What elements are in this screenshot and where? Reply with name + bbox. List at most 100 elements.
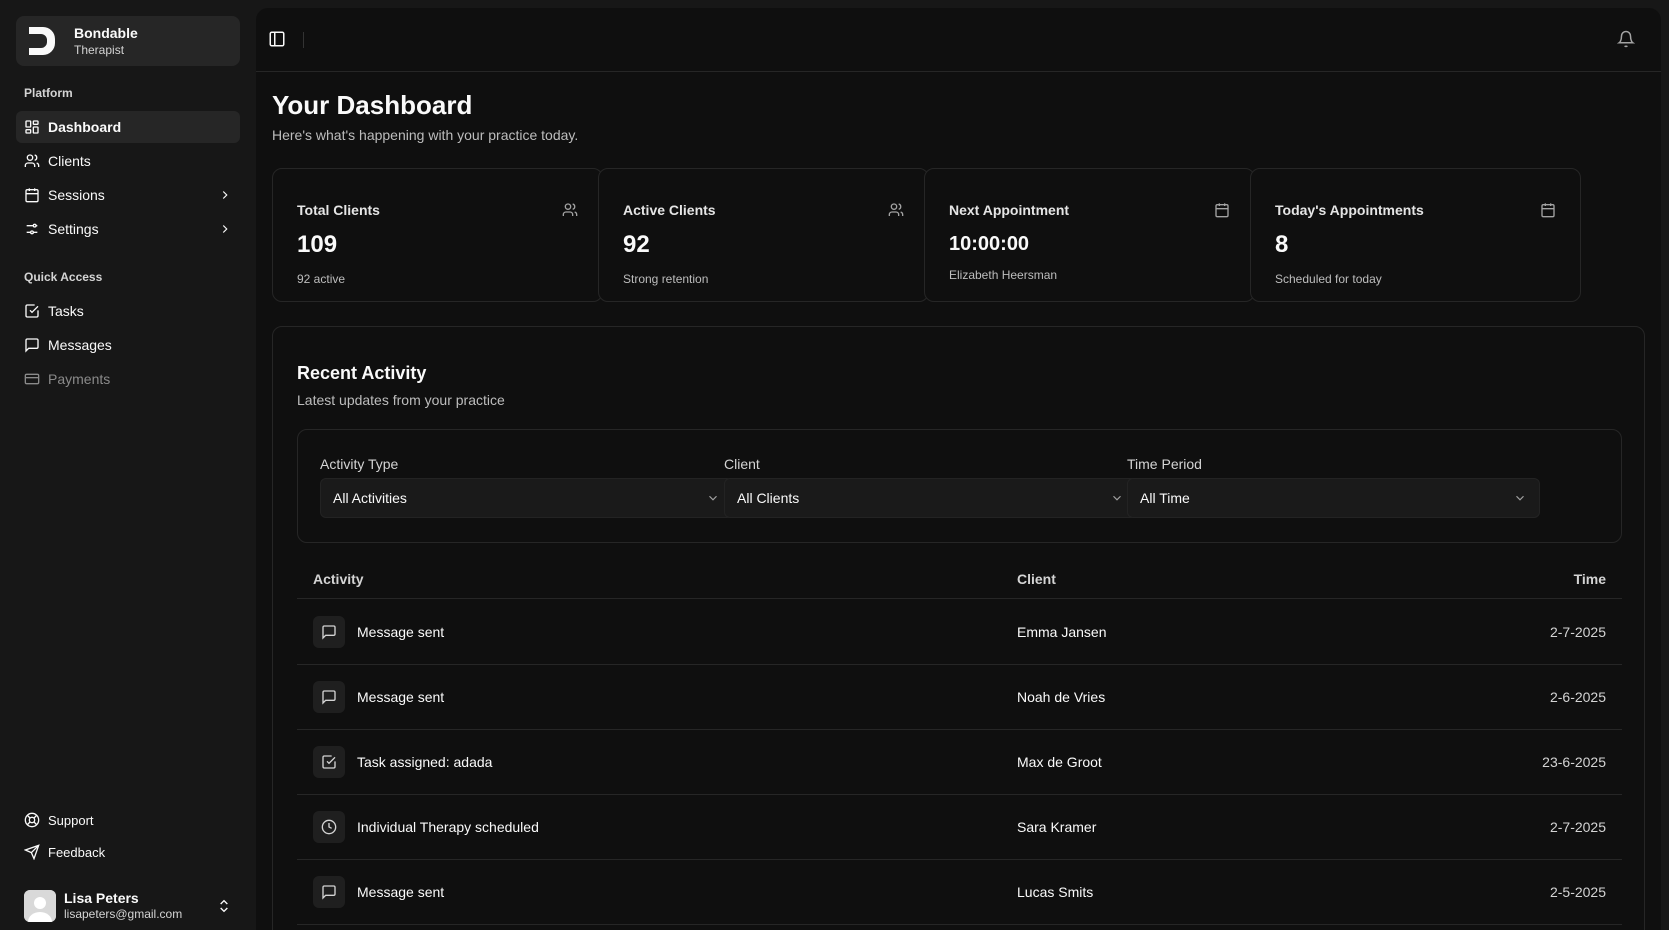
clock-icon xyxy=(321,819,337,835)
activity-icon-box xyxy=(313,811,345,843)
card-subtitle: Latest updates from your practice xyxy=(297,392,505,408)
activity-icon-box xyxy=(313,876,345,908)
stat-value: 92 xyxy=(623,231,650,258)
sidebar-item-settings[interactable]: Settings xyxy=(16,213,240,245)
sliders-icon xyxy=(26,223,38,235)
credit-card-icon xyxy=(24,373,40,385)
sidebar-item-feedback[interactable]: Feedback xyxy=(16,838,240,866)
activity-type-select[interactable]: All Activities xyxy=(320,478,733,518)
activity-icon-box xyxy=(313,616,345,648)
activity-text: Message sent xyxy=(357,884,445,900)
sidebar-item-dashboard[interactable]: Dashboard xyxy=(16,111,240,143)
activity-icon-box xyxy=(313,681,345,713)
layout-grid-icon xyxy=(25,120,39,134)
sidebar-item-label: Clients xyxy=(48,153,91,169)
client-select[interactable]: All Clients xyxy=(724,478,1137,518)
chevrons-up-down-icon xyxy=(220,899,228,913)
column-header-activity: Activity xyxy=(313,571,364,587)
stat-note: Strong retention xyxy=(623,272,709,286)
user-menu[interactable]: Lisa Peters lisapeters@gmail.com xyxy=(16,884,240,928)
sidebar-toggle-icon[interactable] xyxy=(268,30,286,48)
stat-value: 109 xyxy=(297,231,338,258)
calendar-icon xyxy=(1215,203,1229,218)
client-name: Lucas Smits xyxy=(1017,884,1094,900)
table-row[interactable]: Task assigned: adada Max de Groot 23-6-2… xyxy=(297,730,1622,795)
brand-role: Therapist xyxy=(74,42,125,57)
calendar-icon xyxy=(25,188,39,203)
chevron-right-icon xyxy=(222,225,228,233)
bondable-logo-icon xyxy=(29,27,55,55)
stat-value: 10:00:00 xyxy=(949,233,1030,255)
activity-time: 2-6-2025 xyxy=(1549,689,1606,705)
check-square-icon xyxy=(25,304,39,318)
message-square-icon xyxy=(322,625,336,640)
message-square-icon xyxy=(25,338,39,353)
divider xyxy=(303,32,304,48)
sidebar-item-label: Messages xyxy=(48,337,112,353)
top-bar xyxy=(256,8,1661,72)
platform-group-label: Platform xyxy=(24,86,73,100)
sidebar-item-label: Dashboard xyxy=(48,119,122,135)
recent-activity-card: Recent Activity Latest updates from your… xyxy=(272,326,1645,930)
sidebar-item-messages[interactable]: Messages xyxy=(16,329,240,361)
column-header-time: Time xyxy=(1573,571,1606,587)
stat-label: Active Clients xyxy=(623,202,716,218)
sidebar: Bondable Therapist Platform Dashboard Cl… xyxy=(0,0,256,930)
calendar-icon xyxy=(1541,203,1555,218)
sidebar-item-support[interactable]: Support xyxy=(16,806,240,834)
stat-label: Next Appointment xyxy=(949,202,1070,218)
stat-value: 8 xyxy=(1275,231,1289,258)
stat-card-next-appointment: Next Appointment 10:00:00 Elizabeth Heer… xyxy=(924,168,1255,302)
activity-text: Individual Therapy scheduled xyxy=(357,819,539,835)
select-value: All Activities xyxy=(333,490,407,506)
table-row[interactable]: Message sent Lucas Smits 2-5-2025 xyxy=(297,860,1622,925)
quick-access-group-label: Quick Access xyxy=(24,270,103,284)
message-square-icon xyxy=(322,690,336,705)
stat-note: Scheduled for today xyxy=(1275,272,1382,286)
filter-label: Client xyxy=(724,456,760,472)
sidebar-item-label: Settings xyxy=(48,221,99,237)
chevron-right-icon xyxy=(222,191,228,199)
time-period-select[interactable]: All Time xyxy=(1127,478,1540,518)
filter-label: Time Period xyxy=(1127,456,1202,472)
stat-note: Elizabeth Heersman xyxy=(949,268,1058,282)
activity-text: Message sent xyxy=(357,689,445,705)
activity-time: 2-7-2025 xyxy=(1549,624,1606,640)
chevron-down-icon xyxy=(1113,495,1121,501)
check-square-icon xyxy=(322,755,336,769)
send-icon xyxy=(24,844,40,860)
sidebar-item-payments[interactable]: Payments xyxy=(16,363,240,395)
chevron-down-icon xyxy=(709,495,717,501)
activity-filters: Activity Type All Activities Client All … xyxy=(297,429,1622,543)
sidebar-item-label: Feedback xyxy=(48,844,106,860)
activity-time: 2-7-2025 xyxy=(1549,819,1606,835)
users-icon xyxy=(562,203,578,216)
table-row[interactable]: Message sent Noah de Vries 2-6-2025 xyxy=(297,665,1622,730)
sidebar-item-clients[interactable]: Clients xyxy=(16,145,240,177)
table-row[interactable]: Message sent Emma Jansen 2-7-2025 xyxy=(297,600,1622,665)
message-square-icon xyxy=(322,885,336,900)
activity-time: 2-5-2025 xyxy=(1549,884,1606,900)
stat-card-active-clients: Active Clients 92 Strong retention xyxy=(598,168,929,302)
sidebar-item-sessions[interactable]: Sessions xyxy=(16,179,240,211)
client-name: Sara Kramer xyxy=(1017,819,1097,835)
user-name: Lisa Peters xyxy=(64,890,139,906)
stat-card-todays-appointments: Today's Appointments 8 Scheduled for tod… xyxy=(1250,168,1581,302)
main-content: Your Dashboard Here's what's happening w… xyxy=(256,8,1661,930)
bell-icon[interactable] xyxy=(1617,30,1635,48)
select-value: All Time xyxy=(1140,490,1190,506)
activity-text: Message sent xyxy=(357,624,445,640)
sidebar-item-tasks[interactable]: Tasks xyxy=(16,295,240,327)
brand-switcher[interactable]: Bondable Therapist xyxy=(16,16,240,66)
page-title: Your Dashboard xyxy=(272,90,473,120)
stat-note: 92 active xyxy=(297,272,346,286)
filter-client: Client All Clients xyxy=(724,456,1137,518)
avatar xyxy=(24,890,56,922)
client-name: Noah de Vries xyxy=(1017,689,1106,705)
stat-card-total-clients: Total Clients 109 92 active xyxy=(272,168,603,302)
select-value: All Clients xyxy=(737,490,800,506)
table-row[interactable]: Individual Therapy scheduled Sara Kramer… xyxy=(297,795,1622,860)
sidebar-item-label: Tasks xyxy=(48,303,84,319)
activity-text: Task assigned: adada xyxy=(357,754,493,770)
brand-name: Bondable xyxy=(74,24,138,41)
